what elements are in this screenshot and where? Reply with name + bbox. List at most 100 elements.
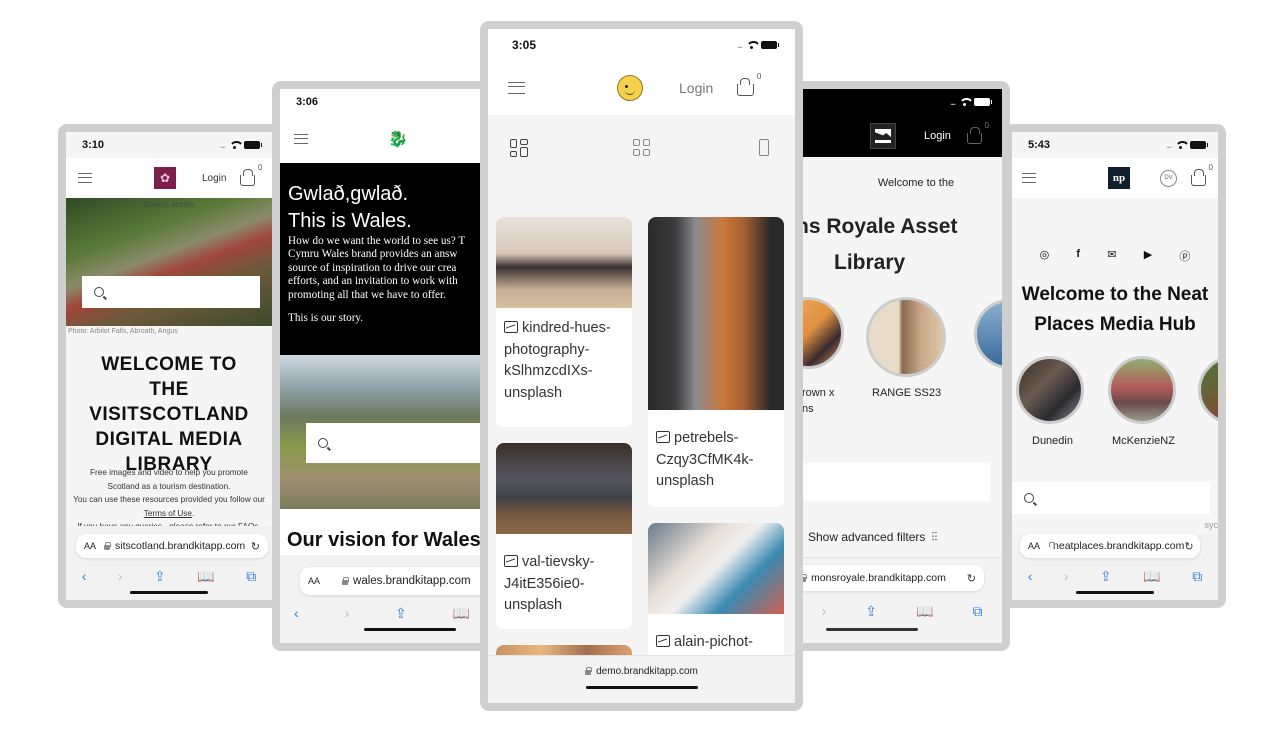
share-icon[interactable]: ⇪	[395, 605, 407, 622]
collection-label-brown[interactable]: rown x ns	[802, 387, 834, 419]
asset-card[interactable]: petrebels- Czqy3CfMK4k-unsplash	[648, 217, 784, 507]
welsh-dragon-logo[interactable]: 🐉	[388, 129, 408, 149]
asset-thumbnail-kitten	[648, 217, 784, 410]
asset-card[interactable]: kindred-hues-photography-kSlhmzcdIXs-uns…	[496, 217, 632, 427]
pinterest-icon[interactable]: ⓟ	[1179, 248, 1190, 264]
tabs-icon[interactable]: ⧉	[246, 568, 256, 585]
user-avatar[interactable]: DV	[1160, 169, 1177, 187]
url-bar[interactable]: AA sitscotland.brandkitapp.com ↻	[76, 534, 268, 558]
tabs-icon[interactable]: ⧉	[972, 603, 982, 620]
collection-thumb-mckenzienz[interactable]	[1108, 356, 1176, 424]
advanced-filters-label: Show advanced filters	[808, 530, 926, 544]
menu-icon[interactable]	[1022, 173, 1036, 183]
search-input[interactable]	[802, 463, 990, 501]
cart-icon[interactable]: 0	[1191, 163, 1213, 186]
signal-icon: ....	[737, 40, 743, 50]
back-icon[interactable]: ‹	[294, 605, 299, 621]
browser-address-bar[interactable]: demo.brandkitapp.com	[488, 655, 795, 703]
screen-demo: 3:05 .... Login 0 kindred-hues-photograp…	[488, 29, 795, 703]
forward-icon[interactable]: ›	[822, 603, 827, 619]
youtube-icon[interactable]: ▶	[1144, 248, 1152, 264]
lock-icon	[585, 667, 593, 675]
url-text: wales.brandkitapp.com	[353, 575, 471, 587]
collection-label-range-ss23[interactable]: RANGE SS23	[872, 387, 941, 399]
bookmarks-icon[interactable]: 📖	[916, 603, 933, 620]
collection-thumb-brown[interactable]	[802, 297, 844, 369]
collection-label-mckenzienz[interactable]: McKenzieNZ	[1112, 435, 1175, 447]
advanced-filters-toggle[interactable]: Show advanced filters ⫶⫶	[808, 530, 937, 545]
welcome-text: Welcome to the	[877, 177, 955, 189]
browser-nav: ‹ › ⇪ 📖	[280, 603, 482, 623]
wifi-icon	[959, 98, 974, 106]
intro-line: efforts, and an invitation to work with	[288, 275, 458, 288]
collection-label-dunedin[interactable]: Dunedin	[1032, 435, 1073, 447]
reload-icon[interactable]: ↻	[251, 540, 260, 553]
back-icon[interactable]: ‹	[82, 568, 87, 584]
tabs-icon[interactable]: ⧉	[1192, 568, 1202, 585]
back-icon[interactable]: ‹	[1028, 568, 1033, 584]
login-link[interactable]: Login	[924, 130, 951, 142]
instagram-icon[interactable]: ◎	[1040, 248, 1050, 264]
brand-logo-smiley[interactable]	[617, 75, 643, 101]
search-input[interactable]	[1012, 482, 1210, 514]
menu-icon[interactable]	[78, 173, 92, 183]
search-input[interactable]	[306, 423, 482, 463]
reload-icon[interactable]: ↻	[1184, 540, 1193, 553]
terms-link[interactable]: Terms of Use	[144, 509, 192, 518]
status-bar: 3:05 ....	[488, 29, 795, 61]
site-header: ✿ Login 0	[66, 158, 272, 198]
status-bar: ....	[802, 89, 1002, 115]
share-icon[interactable]: ⇪	[1100, 568, 1112, 585]
login-link[interactable]: Login	[679, 80, 713, 96]
share-icon[interactable]: ⇪	[154, 568, 166, 585]
facebook-icon[interactable]: f	[1076, 248, 1080, 264]
neatplaces-logo[interactable]: np	[1108, 167, 1130, 189]
visitscotland-logo[interactable]: ✿	[154, 167, 176, 189]
lock-icon	[342, 576, 350, 585]
url-bar[interactable]: AA wales.brandkitapp.com	[300, 567, 482, 595]
phone-demo: 3:05 .... Login 0 kindred-hues-photograp…	[480, 21, 803, 711]
grid-view-icon[interactable]	[632, 139, 651, 157]
login-link[interactable]: Login	[202, 173, 226, 184]
asset-thumbnail-grey-cat	[496, 443, 632, 534]
reader-button[interactable]: AA	[308, 576, 320, 586]
masonry-view-icon[interactable]	[510, 139, 528, 157]
bookmarks-icon[interactable]: 📖	[453, 605, 470, 622]
cart-icon[interactable]: 0	[240, 163, 262, 186]
bookmarks-icon[interactable]: 📖	[197, 568, 214, 585]
email-icon[interactable]: ✉	[1107, 248, 1116, 264]
share-icon[interactable]: ⇪	[865, 603, 877, 620]
headline-2: This is Wales.	[288, 210, 412, 232]
asset-title: val-tievsky- J4itE356ie0- unsplash	[496, 534, 632, 627]
page-title-line-1: ns Royale Asset	[802, 215, 958, 238]
collection-thumb-partial[interactable]	[1198, 356, 1218, 424]
menu-icon[interactable]	[508, 82, 525, 94]
asset-card[interactable]: val-tievsky- J4itE356ie0- unsplash	[496, 443, 632, 629]
cart-icon[interactable]: 0	[966, 121, 989, 144]
forward-icon[interactable]: ›	[345, 605, 350, 621]
screen-neatplaces: 5:43 .... np DV 0 ◎ f ✉ ▶ ⓟ Welcome to t…	[1012, 132, 1218, 600]
monsroyale-logo[interactable]	[870, 123, 896, 149]
bookmarks-icon[interactable]: 📖	[1143, 568, 1160, 585]
url-bar[interactable]: AA neatplaces.brandkitapp.com ↻	[1020, 534, 1200, 558]
url-bar[interactable]: monsroyale.brandkitapp.com ↻	[802, 565, 984, 591]
menu-icon[interactable]	[294, 134, 308, 144]
asset-title-line: J4itE356ie0-	[504, 575, 585, 592]
search-input[interactable]	[82, 276, 260, 308]
forward-icon[interactable]: ›	[118, 568, 123, 584]
single-view-icon[interactable]	[755, 139, 773, 157]
cart-icon[interactable]: 0	[737, 72, 761, 96]
reader-button[interactable]: AA	[84, 541, 96, 551]
status-bar: 3:10 ....	[66, 132, 272, 158]
forward-icon[interactable]: ›	[1064, 568, 1069, 584]
collection-thumb-partial[interactable]	[974, 299, 1002, 369]
search-ghost-label: Search assets	[143, 200, 195, 209]
reader-button[interactable]: AA	[1028, 541, 1040, 551]
reload-icon[interactable]: ↻	[967, 572, 976, 585]
collection-thumb-range-ss23[interactable]	[866, 297, 946, 377]
intro-panel: Gwlað,gwlað. This is Wales. How do we wa…	[280, 163, 482, 355]
story-line: This is our story.	[288, 312, 364, 325]
collection-thumb-dunedin[interactable]	[1016, 356, 1084, 424]
cart-count: 0	[756, 72, 762, 81]
page-title-line-2: Library	[834, 251, 906, 274]
